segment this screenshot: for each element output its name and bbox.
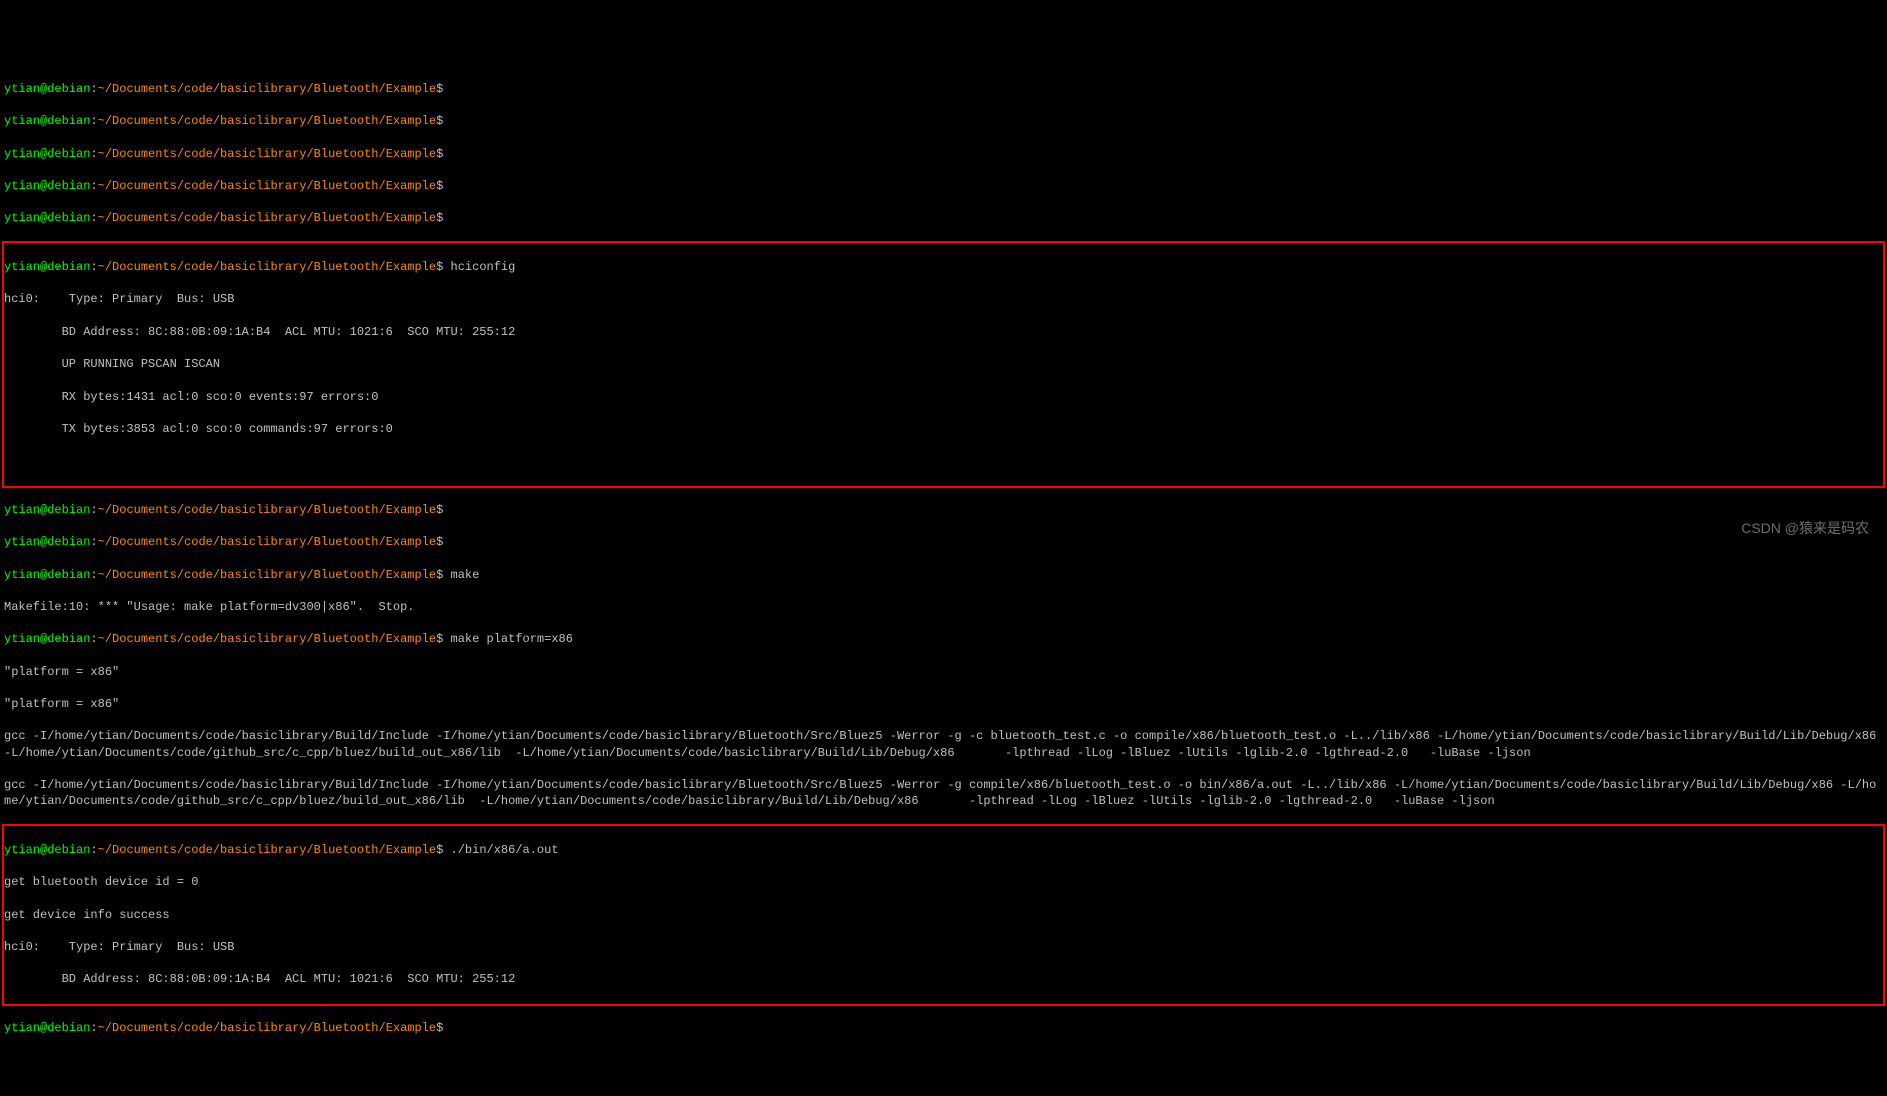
- run-output-line: get device info success: [4, 907, 1883, 923]
- prompt-line: ytian@debian:~/Documents/code/basiclibra…: [4, 210, 1883, 226]
- prompt-colon: :: [90, 82, 97, 96]
- prompt-line: ytian@debian:~/Documents/code/basiclibra…: [4, 631, 1883, 647]
- prompt-dollar: $: [436, 82, 443, 96]
- command-make: make: [451, 568, 480, 582]
- command-make-x86: make platform=x86: [451, 632, 573, 646]
- prompt-line: ytian@debian:~/Documents/code/basiclibra…: [4, 1020, 1883, 1036]
- prompt-line: ytian@debian:~/Documents/code/basiclibra…: [4, 113, 1883, 129]
- prompt-line: ytian@debian:~/Documents/code/basiclibra…: [4, 81, 1883, 97]
- prompt-path: ~/Documents/code/basiclibrary/Bluetooth/…: [98, 82, 436, 96]
- command-run: ./bin/x86/a.out: [451, 843, 559, 857]
- run-highlight-box: ytian@debian:~/Documents/code/basiclibra…: [2, 824, 1885, 1006]
- run-output-line: hci0: Type: Primary Bus: USB: [4, 939, 1883, 955]
- run-output-line: BD Address: 8C:88:0B:09:1A:B4 ACL MTU: 1…: [4, 971, 1883, 987]
- hciconfig-highlight-box: ytian@debian:~/Documents/code/basiclibra…: [2, 241, 1885, 488]
- hciconfig-output-line: UP RUNNING PSCAN ISCAN: [4, 356, 1883, 372]
- prompt-line: ytian@debian:~/Documents/code/basiclibra…: [4, 259, 1883, 275]
- prompt-line: ytian@debian:~/Documents/code/basiclibra…: [4, 178, 1883, 194]
- prompt-host: debian: [47, 82, 90, 96]
- watermark: CSDN @猿来是码农: [1741, 519, 1869, 538]
- run-output-line: get bluetooth device id = 0: [4, 874, 1883, 890]
- hciconfig-output-line: hci0: Type: Primary Bus: USB: [4, 291, 1883, 307]
- make-output-line: "platform = x86": [4, 696, 1883, 712]
- terminal[interactable]: ytian@debian:~/Documents/code/basiclibra…: [0, 65, 1887, 1052]
- prompt-line: ytian@debian:~/Documents/code/basiclibra…: [4, 146, 1883, 162]
- make-error-output: Makefile:10: *** "Usage: make platform=d…: [4, 599, 1883, 615]
- hciconfig-output-line: TX bytes:3853 acl:0 sco:0 commands:97 er…: [4, 421, 1883, 437]
- hciconfig-output-line: BD Address: 8C:88:0B:09:1A:B4 ACL MTU: 1…: [4, 324, 1883, 340]
- gcc-compile-output: gcc -I/home/ytian/Documents/code/basicli…: [4, 728, 1883, 760]
- gcc-link-output: gcc -I/home/ytian/Documents/code/basicli…: [4, 777, 1883, 809]
- blank-line: [4, 453, 1883, 469]
- prompt-line: ytian@debian:~/Documents/code/basiclibra…: [4, 502, 1883, 518]
- hciconfig-output-line: RX bytes:1431 acl:0 sco:0 events:97 erro…: [4, 389, 1883, 405]
- prompt-line: ytian@debian:~/Documents/code/basiclibra…: [4, 842, 1883, 858]
- command-hciconfig: hciconfig: [451, 260, 516, 274]
- prompt-line: ytian@debian:~/Documents/code/basiclibra…: [4, 567, 1883, 583]
- prompt-user: ytian: [4, 82, 40, 96]
- make-output-line: "platform = x86": [4, 664, 1883, 680]
